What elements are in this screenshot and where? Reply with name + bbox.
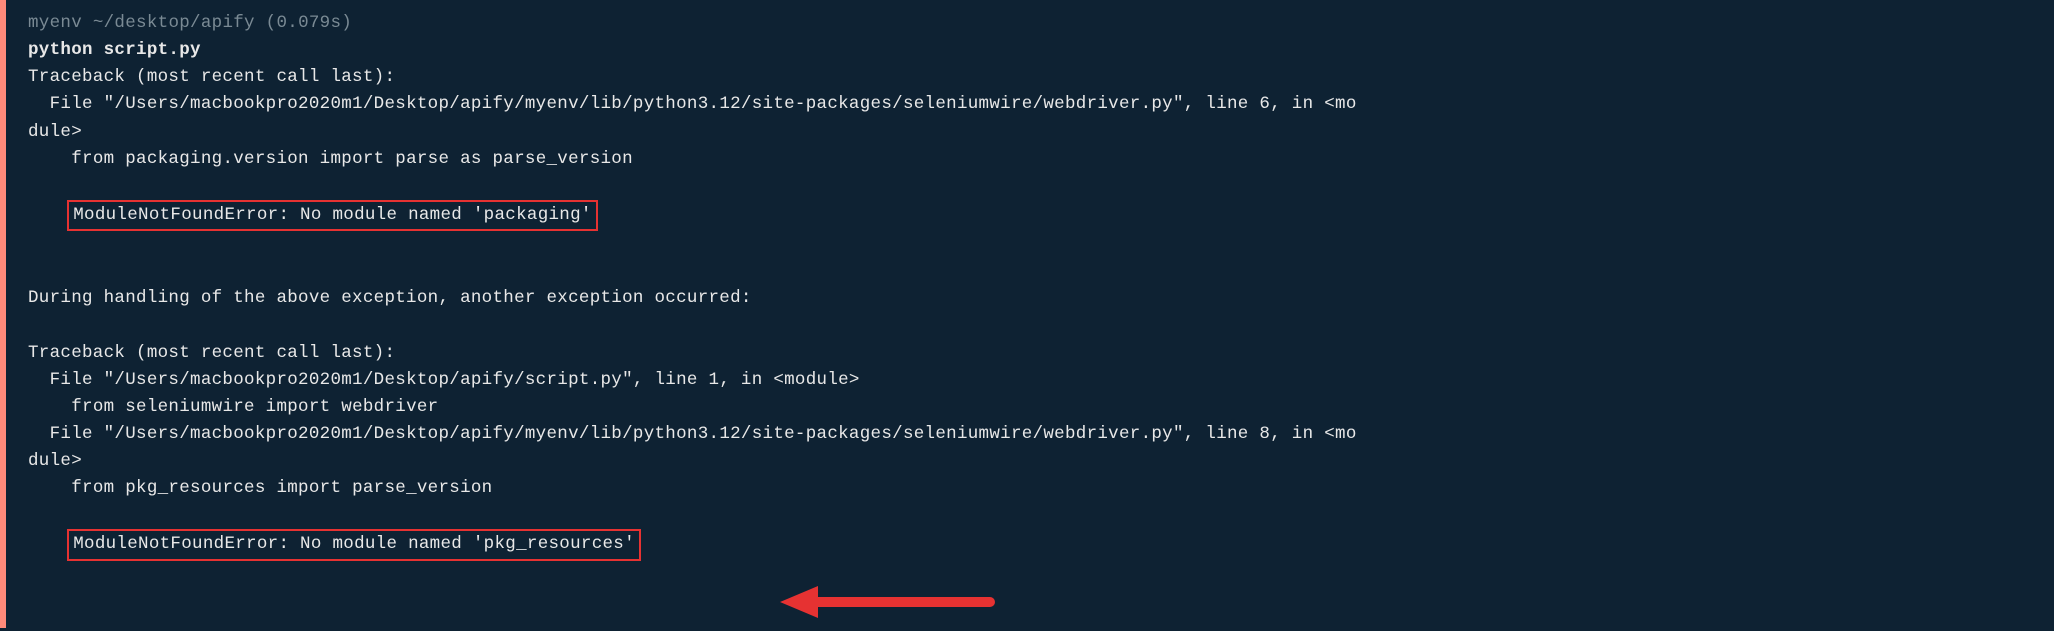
prompt-env: myenv [28,13,82,33]
error-highlight-1: ModuleNotFoundError: No module named 'pa… [67,200,597,231]
prompt-time: (0.079s) [266,13,352,33]
prompt-path: ~/desktop/apify [93,13,255,33]
traceback-header-2: Traceback (most recent call last): [28,340,2034,367]
command-line: python script.py [28,37,2034,64]
command-text: python script.py [28,40,201,60]
traceback-code-2a: from seleniumwire import webdriver [28,394,2034,421]
error-highlight-2: ModuleNotFoundError: No module named 'pk… [67,529,641,560]
traceback-code-1: from packaging.version import parse as p… [28,146,2034,173]
traceback-code-2b: from pkg_resources import parse_version [28,475,2034,502]
traceback-file-1: File "/Users/macbookpro2020m1/Desktop/ap… [28,91,2034,118]
exception-between: During handling of the above exception, … [28,285,2034,312]
traceback-error-1-row: ModuleNotFoundError: No module named 'pa… [28,173,2034,258]
blank-line-1 [28,258,2034,285]
traceback-file-1-wrap: dule> [28,119,2034,146]
terminal-output-area[interactable]: myenv ~/desktop/apify (0.079s) python sc… [6,0,2054,598]
traceback-file-2b-wrap: dule> [28,448,2034,475]
traceback-header-1: Traceback (most recent call last): [28,64,2034,91]
shell-prompt: myenv ~/desktop/apify (0.079s) [28,10,2034,37]
blank-line-2 [28,312,2034,339]
traceback-file-2a: File "/Users/macbookpro2020m1/Desktop/ap… [28,367,2034,394]
traceback-file-2b: File "/Users/macbookpro2020m1/Desktop/ap… [28,421,2034,448]
traceback-error-2-row: ModuleNotFoundError: No module named 'pk… [28,502,2034,587]
